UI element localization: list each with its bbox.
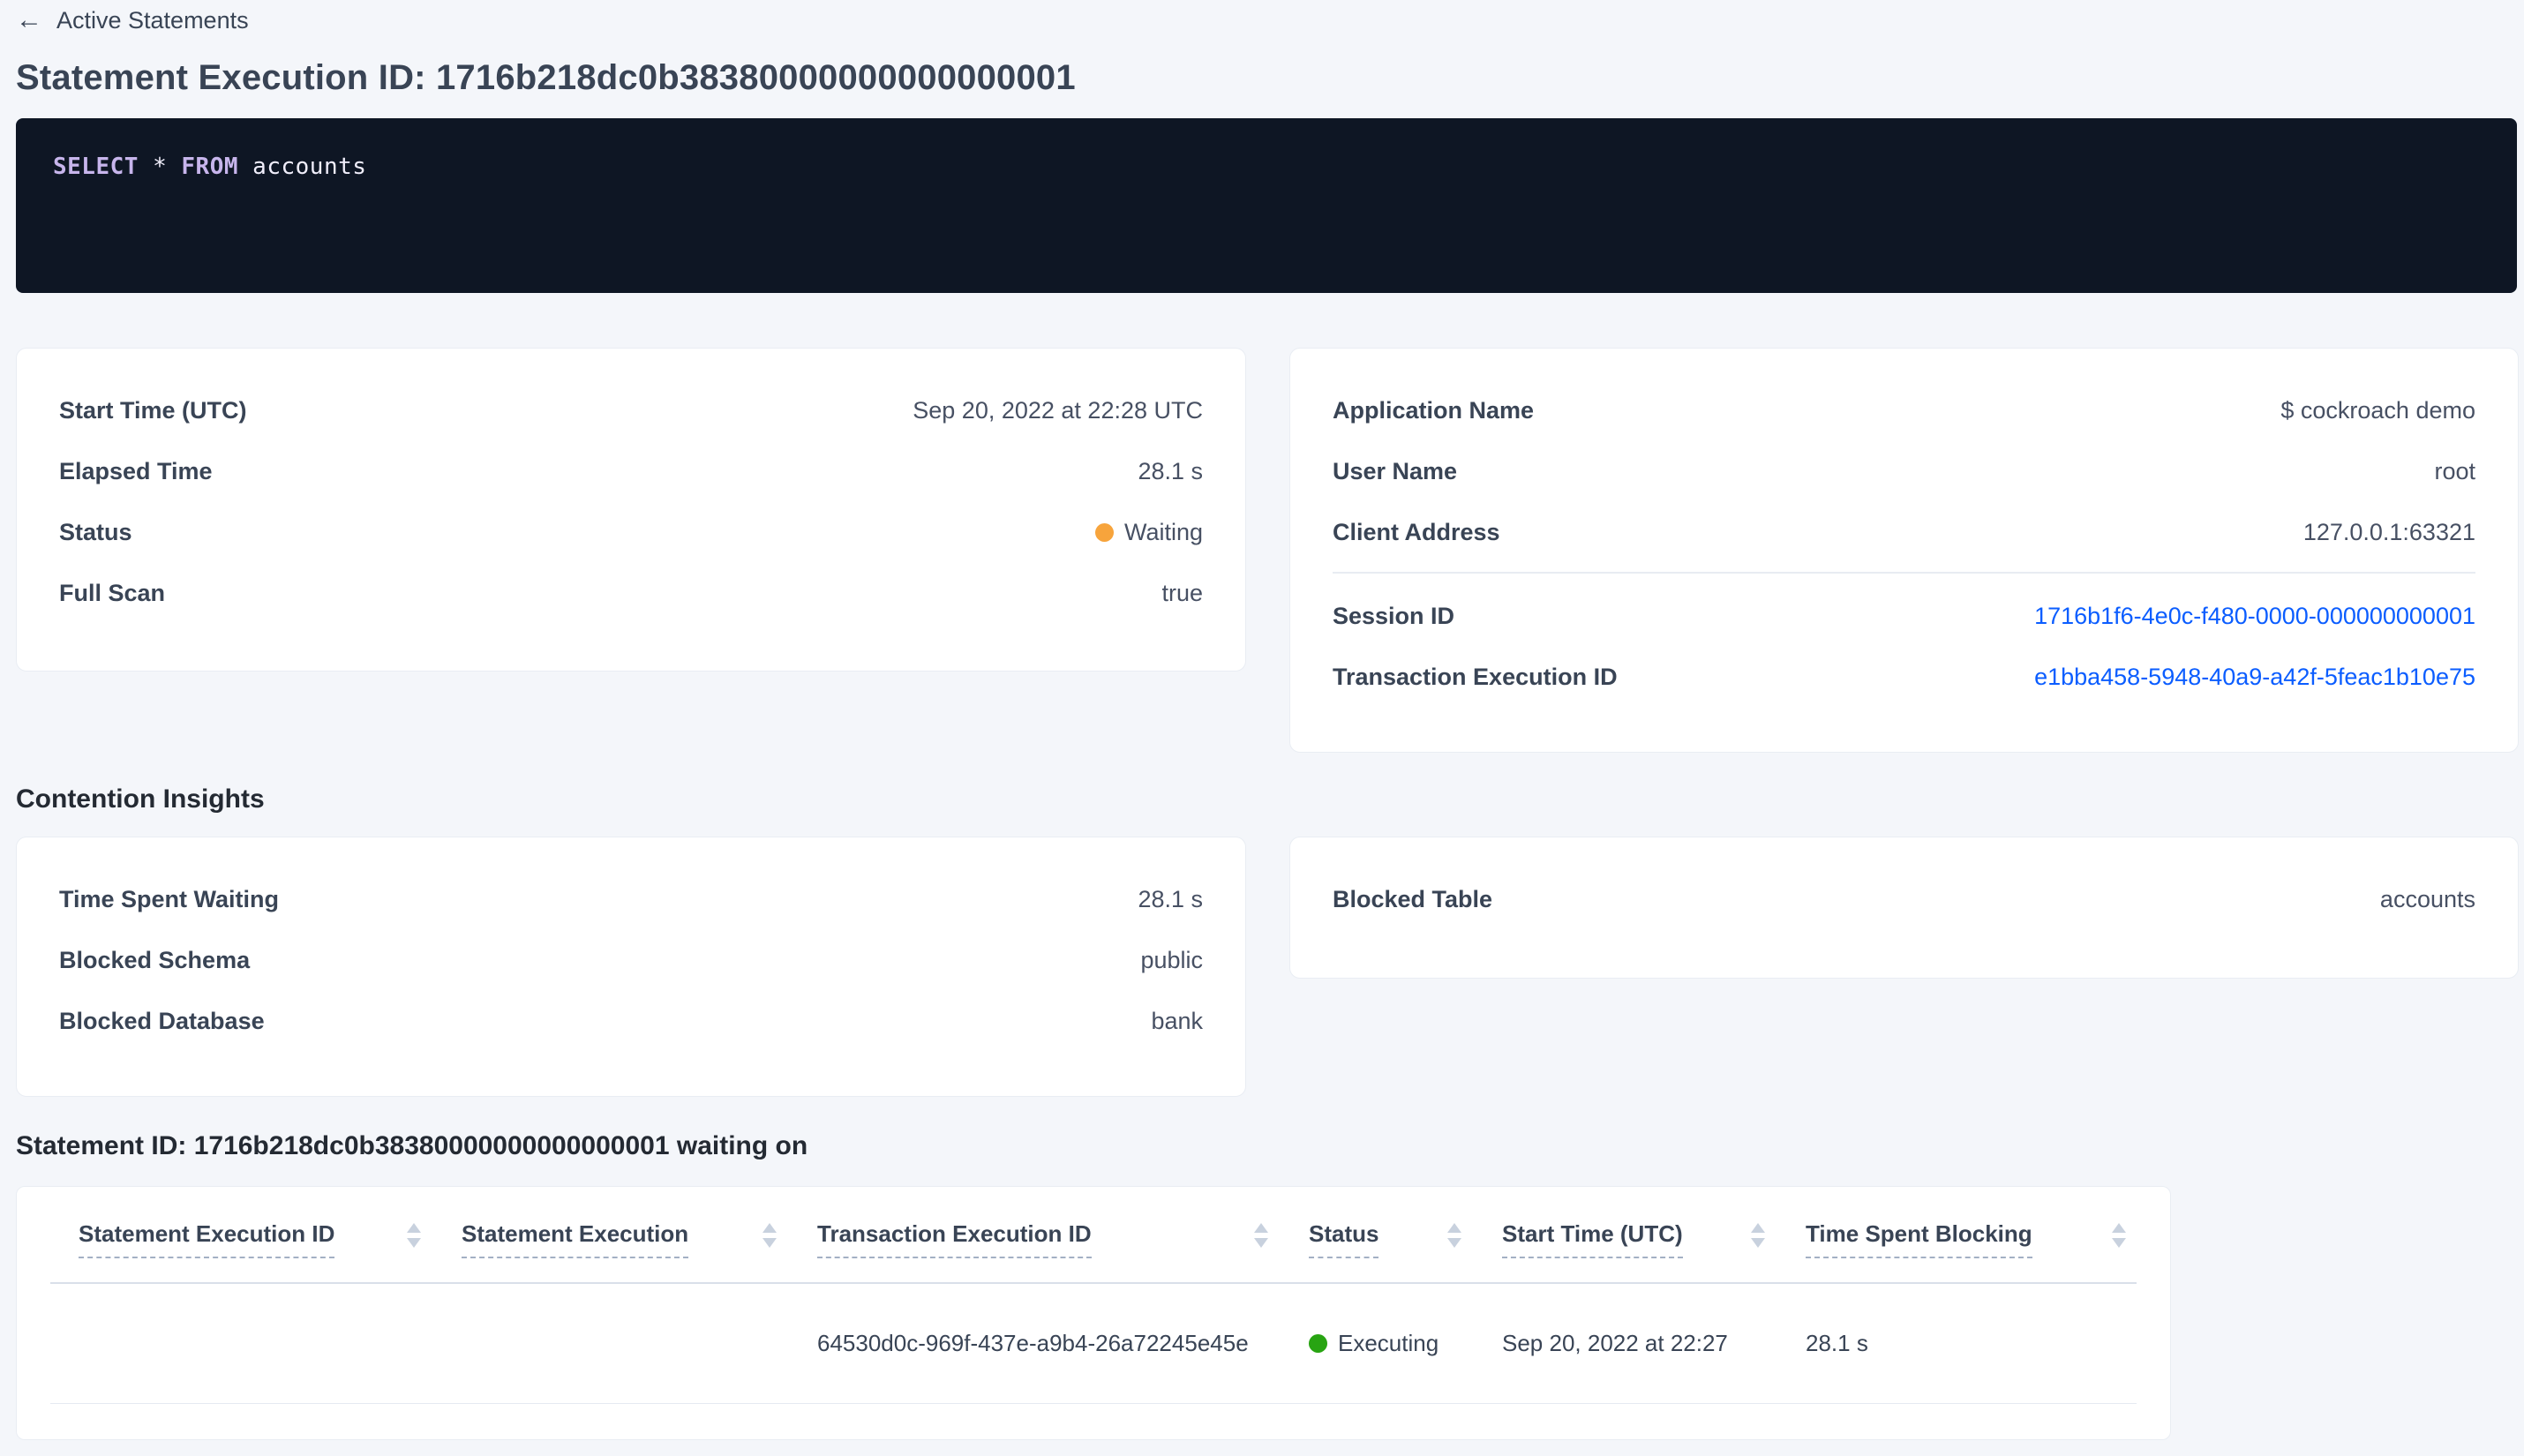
column-header-label: Statement Execution ID: [79, 1220, 335, 1258]
row-value: accounts: [2379, 886, 2475, 912]
row-value: public: [1140, 947, 1203, 973]
detail-row-client-address: Client Address 127.0.0.1:63321: [1333, 502, 2475, 563]
sql-table-name: accounts: [252, 154, 367, 180]
session-summary-card: Application Name $ cockroach demo User N…: [1289, 348, 2519, 753]
contention-cards-row: Time Spent Waiting 28.1 s Blocked Schema…: [16, 837, 2519, 1097]
row-label: User Name: [1333, 458, 1458, 484]
sort-icon[interactable]: [407, 1223, 421, 1248]
contention-details-card: Time Spent Waiting 28.1 s Blocked Schema…: [16, 837, 1246, 1097]
status-executing-dot-icon: [1309, 1334, 1327, 1353]
cell-time-spent-blocking: 28.1 s: [1806, 1330, 1868, 1356]
detail-row-blocked-schema: Blocked Schema public: [59, 930, 1203, 991]
detail-row-elapsed-time: Elapsed Time 28.1 s: [59, 441, 1203, 502]
row-value: root: [2434, 458, 2475, 484]
detail-row-transaction-execution-id: Transaction Execution ID e1bba458-5948-4…: [1333, 647, 2475, 708]
row-label: Blocked Table: [1333, 886, 1493, 912]
row-label: Full Scan: [59, 580, 166, 606]
sort-icon[interactable]: [1751, 1223, 1765, 1248]
detail-row-session-id: Session ID 1716b1f6-4e0c-f480-0000-00000…: [1333, 586, 2475, 647]
row-value: Sep 20, 2022 at 22:28 UTC: [913, 397, 1203, 424]
status-waiting-dot-icon: [1094, 523, 1114, 542]
row-label: Transaction Execution ID: [1333, 664, 1618, 690]
column-header-time-spent-blocking[interactable]: Time Spent Blocking: [1806, 1220, 2137, 1258]
column-header-label: Statement Execution: [462, 1220, 689, 1258]
column-header-transaction-execution-id[interactable]: Transaction Execution ID: [817, 1220, 1309, 1258]
page-title: Statement Execution ID: 1716b218dc0b3838…: [16, 58, 1076, 97]
detail-row-blocked-database: Blocked Database bank: [59, 991, 1203, 1052]
row-value: 28.1 s: [1138, 886, 1203, 912]
cell-status: Executing: [1309, 1330, 1502, 1357]
column-header-start-time[interactable]: Start Time (UTC): [1502, 1220, 1806, 1258]
sort-icon[interactable]: [762, 1223, 777, 1248]
row-label: Session ID: [1333, 603, 1455, 629]
column-header-statement-execution-id[interactable]: Statement Execution ID: [50, 1220, 462, 1258]
column-header-label: Start Time (UTC): [1502, 1220, 1683, 1258]
status-value: Waiting: [1094, 519, 1203, 546]
summary-cards-row: Start Time (UTC) Sep 20, 2022 at 22:28 U…: [16, 348, 2519, 753]
detail-row-start-time: Start Time (UTC) Sep 20, 2022 at 22:28 U…: [59, 380, 1203, 441]
detail-row-status: Status Waiting: [59, 502, 1203, 563]
status-text: Waiting: [1123, 519, 1203, 545]
sort-icon[interactable]: [1447, 1223, 1461, 1248]
sql-operator: *: [153, 154, 168, 180]
row-value: $ cockroach demo: [2280, 397, 2475, 424]
sort-icon[interactable]: [1254, 1223, 1268, 1248]
row-label: Start Time (UTC): [59, 397, 247, 424]
column-header-statement-execution[interactable]: Statement Execution: [462, 1220, 817, 1258]
row-label: Status: [59, 519, 132, 545]
row-value: true: [1161, 580, 1203, 606]
session-id-link[interactable]: 1716b1f6-4e0c-f480-0000-000000000001: [2034, 603, 2475, 630]
status-text: Executing: [1338, 1330, 1439, 1356]
row-label: Blocked Database: [59, 1008, 265, 1034]
sort-icon[interactable]: [2112, 1223, 2126, 1248]
row-label: Blocked Schema: [59, 947, 251, 973]
blocked-table-card: Blocked Table accounts: [1289, 837, 2519, 979]
detail-row-blocked-table: Blocked Table accounts: [1333, 869, 2475, 930]
contention-insights-heading: Contention Insights: [16, 784, 265, 814]
table-header-row: Statement Execution ID Statement Executi…: [50, 1187, 2137, 1284]
detail-row-application-name: Application Name $ cockroach demo: [1333, 380, 2475, 441]
cell-transaction-execution-id: 64530d0c-969f-437e-a9b4-26a72245e45e: [817, 1330, 1249, 1356]
row-value: 127.0.0.1:63321: [2302, 519, 2475, 545]
back-link-label: Active Statements: [56, 6, 249, 34]
statement-execution-detail-page: ← Active Statements Statement Execution …: [0, 0, 2524, 1456]
column-header-status[interactable]: Status: [1309, 1220, 1502, 1258]
back-arrow-icon: ←: [16, 5, 42, 34]
waiting-on-table: Statement Execution ID Statement Executi…: [16, 1186, 2171, 1440]
detail-row-user-name: User Name root: [1333, 441, 2475, 502]
row-label: Elapsed Time: [59, 458, 213, 484]
row-label: Application Name: [1333, 397, 1535, 424]
card-divider: [1333, 572, 2475, 574]
back-link-active-statements[interactable]: ← Active Statements: [16, 0, 249, 35]
row-label: Time Spent Waiting: [59, 886, 280, 912]
sql-statement-box: SELECT * FROM accounts: [16, 118, 2517, 293]
statement-summary-card: Start Time (UTC) Sep 20, 2022 at 22:28 U…: [16, 348, 1246, 672]
column-header-label: Transaction Execution ID: [817, 1220, 1092, 1258]
sql-keyword: FROM: [181, 154, 239, 180]
row-label: Client Address: [1333, 519, 1500, 545]
detail-row-time-spent-waiting: Time Spent Waiting 28.1 s: [59, 869, 1203, 930]
detail-row-full-scan: Full Scan true: [59, 563, 1203, 624]
row-value: bank: [1151, 1008, 1203, 1034]
column-header-label: Time Spent Blocking: [1806, 1220, 2032, 1258]
table-row: 64530d0c-969f-437e-a9b4-26a72245e45e Exe…: [50, 1284, 2137, 1404]
column-header-label: Status: [1309, 1220, 1379, 1258]
sql-keyword: SELECT: [53, 154, 139, 180]
transaction-execution-id-link[interactable]: e1bba458-5948-40a9-a42f-5feac1b10e75: [2034, 664, 2475, 691]
waiting-on-heading: Statement ID: 1716b218dc0b38380000000000…: [16, 1131, 808, 1160]
row-value: 28.1 s: [1138, 458, 1203, 484]
cell-start-time: Sep 20, 2022 at 22:27: [1502, 1330, 1728, 1356]
